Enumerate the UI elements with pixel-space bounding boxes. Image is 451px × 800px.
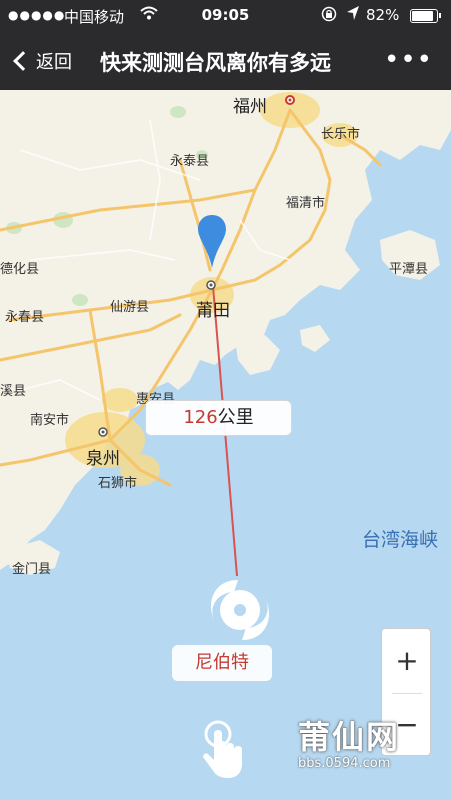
- hand-pointer-icon[interactable]: [200, 720, 248, 780]
- battery-icon: [410, 9, 441, 23]
- battery-fill: [412, 11, 434, 21]
- chevron-left-icon: [13, 51, 33, 71]
- city-label-nanan: 南安市: [30, 413, 70, 428]
- back-button[interactable]: 返回: [10, 46, 72, 76]
- back-label: 返回: [36, 52, 72, 73]
- typhoon-icon: [211, 580, 269, 640]
- city-label-changle: 长乐市: [321, 127, 361, 142]
- more-options-button[interactable]: •••: [384, 45, 433, 75]
- distance-label: 126公里: [145, 400, 292, 436]
- zoom-in-button[interactable]: +: [382, 629, 432, 693]
- city-label-dehua: 德化县: [0, 262, 40, 277]
- city-label-yongtai: 永泰县: [170, 154, 210, 169]
- map-view[interactable]: 福州 长乐市 永泰县 福清市 平潭县 德化县 莆田 永春县 仙游县 溪县 惠安县…: [0, 90, 451, 800]
- city-label-quanzhou: 泉州: [86, 449, 120, 469]
- city-label-fuqing: 福清市: [286, 196, 326, 211]
- strait-label: 台湾海峡: [362, 529, 439, 551]
- land-coastal-island: [300, 325, 330, 352]
- land-mainland: [0, 90, 451, 570]
- city-label-fuzhou: 福州: [233, 97, 267, 117]
- watermark-url: bbs.0594.com: [298, 756, 391, 771]
- land-meizhou-peninsula: [235, 335, 280, 375]
- location-arrow-icon: [346, 5, 360, 25]
- distance-unit: 公里: [217, 407, 254, 428]
- watermark: 莆仙网 bbs.0594.com: [298, 712, 433, 772]
- city-label-xianyou: 仙游县: [110, 300, 150, 315]
- city-label-shishi: 石狮市: [98, 476, 138, 491]
- nav-bar: 返回 快来测测台风离你有多远 •••: [0, 32, 451, 90]
- city-label-pingtan: 平潭县: [389, 262, 429, 277]
- city-label-jinmen: 金门县: [12, 562, 52, 577]
- watermark-logo: 莆仙网: [298, 718, 401, 756]
- page-title: 快来测测台风离你有多远: [100, 51, 331, 75]
- battery-percent: 82%: [366, 6, 400, 24]
- distance-value: 126: [183, 407, 218, 428]
- city-label-anxi: 溪县: [0, 384, 27, 399]
- city-label-putian: 莆田: [196, 301, 230, 321]
- status-bar: ●●●●● 中国移动 09:05 82%: [0, 0, 451, 32]
- rotation-lock-icon: [321, 6, 337, 26]
- typhoon-name-label: 尼伯特: [172, 645, 272, 681]
- city-label-yongchun: 永春县: [5, 310, 45, 325]
